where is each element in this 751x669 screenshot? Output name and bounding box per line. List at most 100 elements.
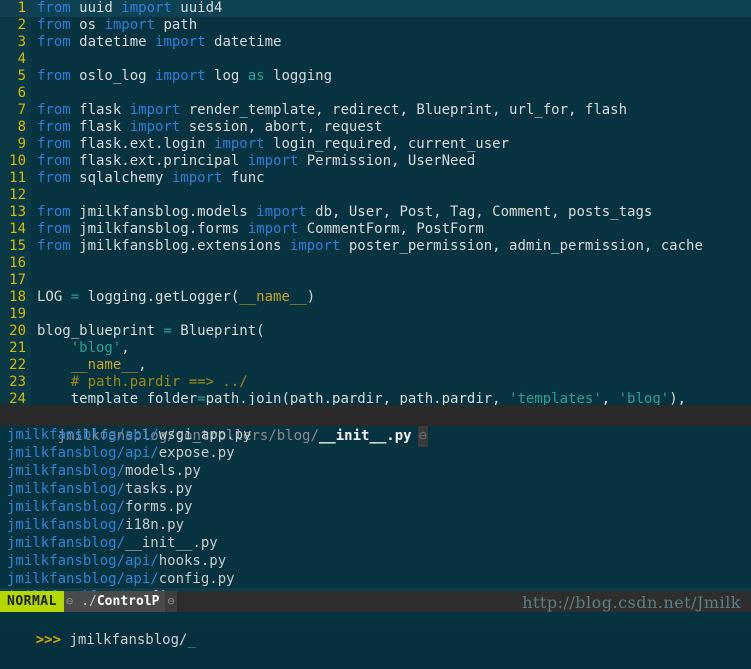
prompt-input-text[interactable]: jmilkfansblog/ [61,632,187,648]
code-line[interactable]: 3 from datetime import datetime [0,34,751,51]
code-token: import [155,68,206,84]
line-number: 7 [0,102,31,119]
prompt-cursor: _ [187,632,196,648]
code-line[interactable]: 22 __name__, [0,357,751,374]
code-token: path.join(path.pardir, path.pardir, [205,391,510,405]
code-line[interactable]: 6 [0,85,751,102]
code-line-content: from flask.ext.login import login_requir… [31,136,509,152]
list-item[interactable]: jmilkfansblog/api/wsgi_app.py [0,426,751,444]
list-item[interactable]: jmilkfansblog/models.py [0,462,751,480]
code-token: datetime [205,34,282,50]
line-number: 1 [0,0,31,17]
code-token: LOG [37,289,71,305]
list-item[interactable]: jmilkfansblog/api/config.py [0,570,751,588]
controlp-name: ControlP [96,594,160,609]
code-line-content: 'blog', [31,340,130,356]
code-token: = [163,323,172,339]
code-line[interactable]: 4 [0,51,751,68]
code-line-content [31,272,37,288]
code-line-content: from jmilkfansblog.extensions import pos… [31,238,703,254]
file-directory: jmilkfansblog/api/ [7,427,159,443]
code-token: flask [70,102,130,118]
code-line[interactable]: 24 template_folder=path.join(path.pardir… [0,391,751,405]
code-token: import [171,170,223,186]
current-file-path-bar: jmilkfansblog/controllers/blog/__init__.… [0,405,751,447]
code-line[interactable]: 20 blog_blueprint = Blueprint( [0,323,751,340]
code-line[interactable]: 8 from flask import session, abort, reque… [0,119,751,136]
line-number: 6 [0,85,31,102]
code-line[interactable]: 9 from flask.ext.login import login_requi… [0,136,751,153]
controlp-label: ./ControlP [75,591,166,612]
code-line[interactable]: 14 from jmilkfansblog.forms import Commen… [0,221,751,238]
line-number: 9 [0,136,31,153]
list-item[interactable]: jmilkfansblog/__init__.py [0,534,751,552]
line-number: 20 [0,323,31,340]
line-number: 23 [0,374,31,391]
code-token: __name__ [239,289,307,305]
code-line-content [31,306,37,322]
code-line[interactable]: 2 from os import path [0,17,751,34]
code-line-content: template_folder=path.join(path.pardir, p… [31,391,686,405]
code-token: func [222,170,265,186]
line-number: 18 [0,289,31,306]
file-list[interactable]: jmilkfansblog/api/wsgi_app.py jmilkfansbl… [0,426,751,606]
code-token: = [197,391,206,405]
code-line[interactable]: 15 from jmilkfansblog.extensions import p… [0,238,751,255]
list-item[interactable]: jmilkfansblog/forms.py [0,498,751,516]
code-line-content [31,255,37,271]
buffer-file-list-pane[interactable]: jmilkfansblog/controllers/blog/__init__.… [0,405,751,606]
code-line[interactable]: 19 [0,306,751,323]
code-token: import [155,34,206,50]
prompt-chevron: >>> [35,632,62,648]
command-prompt-line[interactable]: >>> jmilkfansblog/_ [0,612,751,648]
file-name: models.py [125,463,201,479]
code-line[interactable]: 12 [0,187,751,204]
line-number: 21 [0,340,31,357]
code-editor-pane[interactable]: 1 from uuid import uuid4 2 from os import p… [0,0,751,405]
code-line-content: from jmilkfansblog.forms import CommentF… [31,221,484,237]
status-left-separator-icon: ⊖ [63,591,76,612]
file-directory: jmilkfansblog/ [7,481,126,497]
code-lines-container[interactable]: 1 from uuid import uuid4 2 from os import p… [0,0,751,405]
code-line[interactable]: 17 [0,272,751,289]
code-line[interactable]: 16 [0,255,751,272]
watermark-url: http://blog.csdn.net/Jmilk [522,593,741,612]
code-token: import [289,238,341,254]
list-item[interactable]: jmilkfansblog/api/expose.py [0,444,751,462]
code-line[interactable]: 23 # path.pardir ==> ../ [0,374,751,391]
code-token: from [37,221,71,237]
list-item[interactable]: jmilkfansblog/tasks.py [0,480,751,498]
code-line[interactable]: 10 from flask.ext.principal import Permis… [0,153,751,170]
code-token: import [129,119,181,135]
line-number: 16 [0,255,31,272]
code-token: flask.ext.login [70,136,215,152]
code-token: session, abort, request [180,119,383,135]
status-right-separator-icon: ⊖ [165,591,177,612]
file-name: forms.py [125,499,193,515]
list-item[interactable]: jmilkfansblog/api/hooks.py [0,552,751,570]
code-token: from [37,0,71,16]
file-directory: jmilkfansblog/api/ [7,445,159,461]
code-line[interactable]: 13 from jmilkfansblog.models import db, U… [0,204,751,221]
code-line[interactable]: 1 from uuid import uuid4 [0,0,751,17]
code-line-content: from flask.ext.principal import Permissi… [31,153,475,169]
file-directory: jmilkfansblog/ [7,517,126,533]
code-token: as [247,68,265,84]
code-line-content: from flask import render_template, redir… [31,102,627,118]
list-item[interactable]: jmilkfansblog/i18n.py [0,516,751,534]
code-line-content [31,51,37,67]
line-number: 8 [0,119,31,136]
code-token: login_required, current_user [264,136,510,152]
code-line[interactable]: 11 from sqlalchemy import func [0,170,751,187]
file-name: wsgi_app.py [158,427,252,443]
code-token: jmilkfansblog.forms [70,221,248,237]
code-token: , [601,391,619,405]
code-line[interactable]: 21 'blog', [0,340,751,357]
file-directory: jmilkfansblog/ [7,535,126,551]
code-line[interactable]: 5 from oslo_log import log as logging [0,68,751,85]
code-line[interactable]: 7 from flask import render_template, redi… [0,102,751,119]
code-line[interactable]: 18 LOG = logging.getLogger(__name__) [0,289,751,306]
code-token: 'blog' [70,340,122,356]
code-token: import [247,221,299,237]
code-token: jmilkfansblog.extensions [70,238,290,254]
